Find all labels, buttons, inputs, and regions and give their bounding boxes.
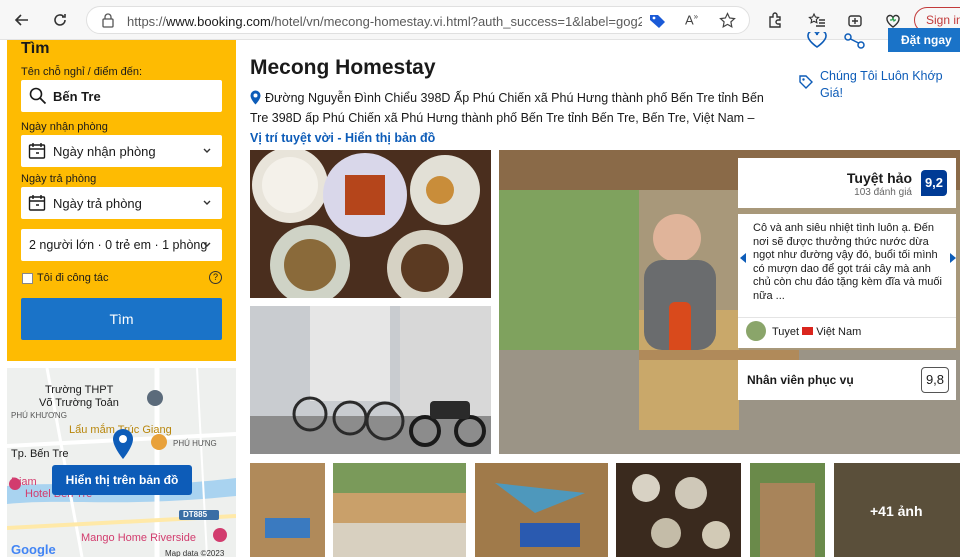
search-button[interactable]: Tìm <box>21 298 222 340</box>
guests-value: 2 người lớn · 0 trẻ em · 1 phòng <box>29 238 208 252</box>
location-map-link[interactable]: Vị trí tuyệt vời - Hiển thị bản đồ <box>250 131 435 145</box>
hotel-icon <box>213 528 227 542</box>
more-photos-label: +41 ảnh <box>870 503 923 519</box>
chevron-down-icon <box>203 242 211 247</box>
staff-label: Nhân viên phục vụ <box>747 373 854 387</box>
rating-score-badge: 9,2 <box>921 170 947 196</box>
heart-icon[interactable] <box>806 32 828 48</box>
photo-food-spread[interactable] <box>250 150 491 298</box>
review-author: Tuyet Việt Nam <box>772 326 862 338</box>
photo-thumbnail[interactable] <box>250 463 325 557</box>
map-label: Mango Home Riverside <box>81 532 196 544</box>
show-on-map-button[interactable]: Hiển thị trên bản đồ <box>52 465 192 495</box>
location-pin-icon <box>250 90 261 105</box>
restaurant-icon <box>151 434 167 450</box>
checkout-date-field[interactable]: Ngày trả phòng <box>21 187 222 219</box>
destination-input[interactable]: Bến Tre <box>21 80 222 112</box>
map-label: Tp. Bến Tre <box>11 448 69 460</box>
photo-bicycles[interactable] <box>250 306 491 454</box>
map-pin-icon <box>113 429 133 459</box>
rating-label: Tuyệt hảo <box>846 170 912 186</box>
photo-thumbnail[interactable] <box>616 463 741 557</box>
extensions-icon[interactable] <box>763 8 787 32</box>
tag-icon[interactable] <box>649 13 666 29</box>
search-icon <box>29 87 47 105</box>
collections-icon[interactable] <box>843 8 867 32</box>
lock-icon <box>102 13 114 28</box>
map-label: Trường THPT <box>45 384 114 396</box>
photo-thumbnail[interactable] <box>333 463 466 557</box>
checkin-date-field[interactable]: Ngày nhận phòng <box>21 135 222 167</box>
map-preview[interactable]: Trường THPT Võ Trường Toản PHÚ KHƯƠNG Lẩ… <box>7 368 236 557</box>
search-title: Tìm <box>21 40 50 57</box>
chevron-down-icon <box>203 200 211 205</box>
review-count: 103 đánh giá <box>854 187 912 198</box>
read-aloud-icon[interactable]: A» <box>685 12 698 27</box>
staff-score: Nhân viên phục vụ 9,8 <box>738 360 956 400</box>
rating-summary[interactable]: Tuyệt hảo 103 đánh giá 9,2 <box>738 158 956 208</box>
photo-thumbnail[interactable] <box>750 463 825 557</box>
hotel-name: Mecong Homestay <box>250 56 436 79</box>
review-divider <box>738 317 956 318</box>
book-now-button[interactable]: Đặt ngay <box>888 28 960 52</box>
more-photos-tile[interactable]: +41 ảnh <box>834 463 960 557</box>
map-label: Võ Trường Toản <box>39 397 119 409</box>
destination-label: Tên chỗ nghỉ / điểm đến: <box>21 66 143 78</box>
price-tag-icon <box>799 75 813 89</box>
favorite-star-icon[interactable] <box>719 12 736 29</box>
reload-icon[interactable] <box>48 8 72 32</box>
help-icon[interactable]: ? <box>209 271 222 284</box>
price-match-link[interactable]: Chúng Tôi Luôn Khớp Giá! <box>820 68 960 102</box>
hotel-icon <box>9 478 21 490</box>
calendar-icon <box>28 195 46 211</box>
featured-review[interactable]: Cô và anh siêu nhiệt tình luôn ạ. Đến nơ… <box>738 214 956 348</box>
road-label: DT885 <box>183 510 208 519</box>
chevron-down-icon <box>203 148 211 153</box>
search-panel: Tìm Tên chỗ nghỉ / điểm đến: Bến Tre Ngà… <box>7 40 236 361</box>
address-bar[interactable]: https://www.booking.com/hotel/vn/mecong-… <box>86 6 750 34</box>
checkout-value: Ngày trả phòng <box>53 196 142 211</box>
photo-thumbnail[interactable] <box>475 463 608 557</box>
checkout-label: Ngày trả phòng <box>21 173 97 185</box>
address-text: Đường Nguyễn Đình Chiểu 398D Ấp Phú Chiế… <box>250 91 764 125</box>
destination-value: Bến Tre <box>53 89 101 104</box>
vietnam-flag-icon <box>802 327 814 335</box>
checkin-value: Ngày nhận phòng <box>53 144 156 159</box>
calendar-icon <box>28 143 46 159</box>
school-icon <box>147 390 163 406</box>
checkin-label: Ngày nhận phòng <box>21 121 108 133</box>
favorites-list-icon[interactable] <box>805 8 829 32</box>
chevron-right-icon[interactable] <box>948 252 958 264</box>
map-label: PHÚ HƯNG <box>173 439 217 448</box>
url-text[interactable]: https://www.booking.com/hotel/vn/mecong-… <box>127 14 642 29</box>
staff-score-badge: 9,8 <box>921 367 949 393</box>
avatar <box>746 321 766 341</box>
google-logo: Google <box>11 542 56 557</box>
share-icon[interactable] <box>844 32 866 50</box>
business-trip-label: Tôi đi công tác <box>37 272 109 284</box>
hotel-address: Đường Nguyễn Đình Chiểu 398D Ấp Phú Chiế… <box>250 88 770 148</box>
back-arrow-icon[interactable] <box>10 8 34 32</box>
chevron-left-icon[interactable] <box>738 252 748 264</box>
map-label: PHÚ KHƯƠNG <box>11 411 67 420</box>
review-text: Cô và anh siêu nhiệt tình luôn ạ. Đến nơ… <box>753 222 942 302</box>
business-trip-checkbox[interactable] <box>22 273 33 284</box>
map-attribution: Map data ©2023 <box>165 549 225 557</box>
guests-select[interactable]: 2 người lớn · 0 trẻ em · 1 phòng <box>21 229 222 261</box>
